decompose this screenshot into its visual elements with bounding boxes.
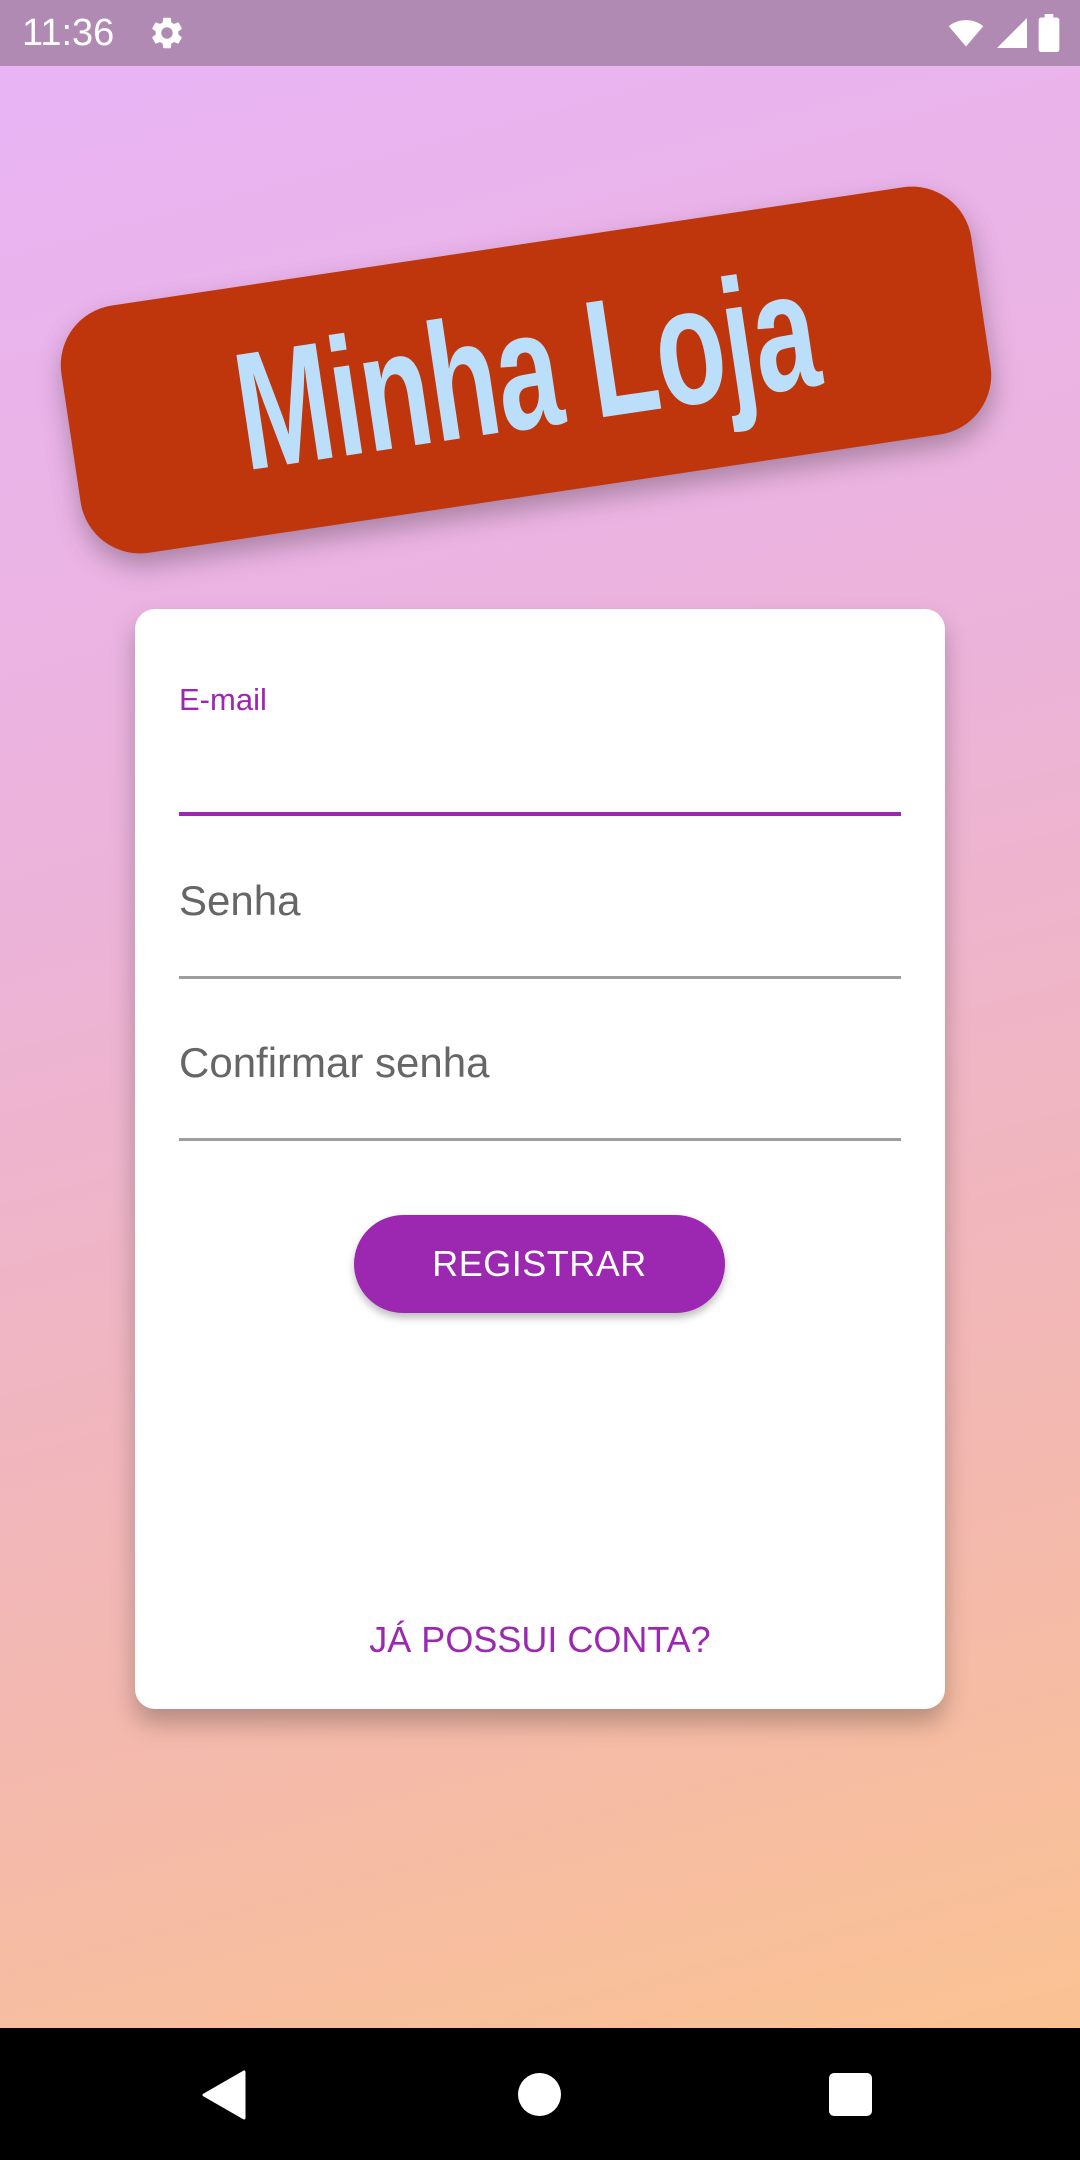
- register-button[interactable]: REGISTRAR: [354, 1215, 725, 1313]
- email-field-label: E-mail: [179, 682, 267, 717]
- register-card: E-mail Senha Confirmar senha REGISTRAR J…: [135, 609, 945, 1709]
- already-have-account-link[interactable]: JÁ POSSUI CONTA?: [135, 1619, 945, 1661]
- password-field-underline: [179, 976, 901, 979]
- logo-banner: Minha Loja: [52, 178, 1000, 562]
- confirm-password-field[interactable]: Confirmar senha: [179, 989, 901, 1151]
- password-field[interactable]: Senha: [179, 819, 901, 989]
- navigation-bar: [0, 2028, 1080, 2160]
- settings-icon: [152, 17, 182, 49]
- app-logo-text: Minha Loja: [223, 233, 829, 507]
- confirm-password-field-placeholder: Confirmar senha: [179, 1039, 490, 1086]
- home-icon[interactable]: [518, 2073, 561, 2116]
- back-icon[interactable]: [202, 2070, 246, 2120]
- status-icons: [946, 14, 1060, 52]
- wifi-icon: [948, 20, 984, 47]
- confirm-password-field-underline: [179, 1138, 901, 1141]
- battery-icon: [1038, 14, 1060, 52]
- password-field-placeholder: Senha: [179, 877, 301, 924]
- signal-icon: [997, 18, 1027, 48]
- recents-icon[interactable]: [829, 2073, 872, 2116]
- status-bar: 11:36: [0, 0, 1080, 66]
- email-field-underline: [179, 812, 901, 816]
- email-field[interactable]: E-mail: [179, 609, 901, 819]
- status-time: 11:36: [22, 12, 115, 54]
